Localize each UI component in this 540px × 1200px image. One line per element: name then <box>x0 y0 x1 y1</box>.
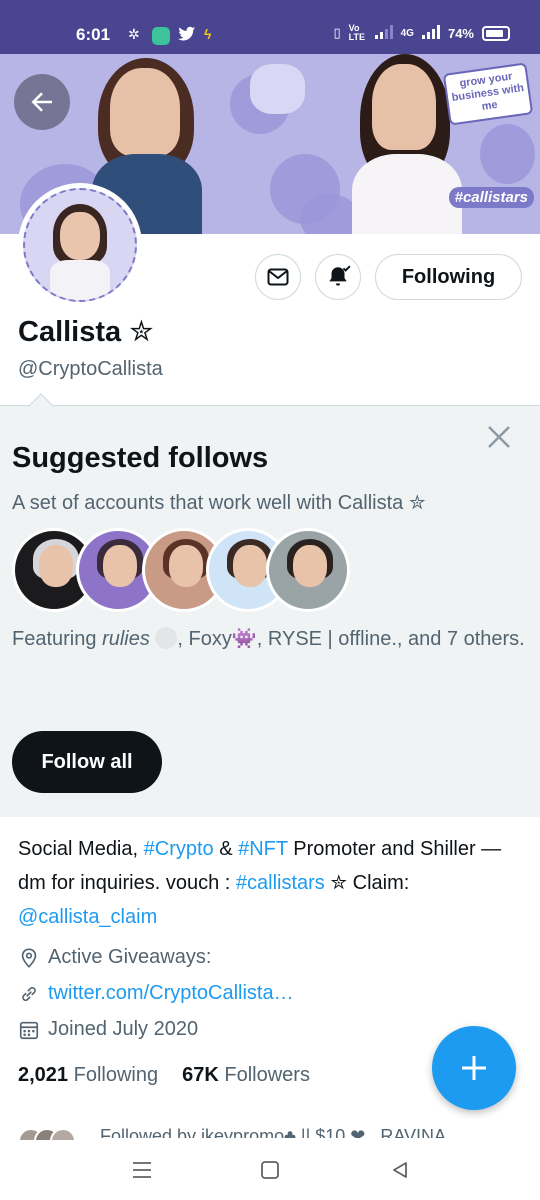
followers-label: Followers <box>224 1064 310 1086</box>
suggested-follows-card: Suggested follows A set of accounts that… <box>0 393 540 817</box>
back-button[interactable] <box>14 74 70 130</box>
banner-hashtag: #callistars <box>448 187 534 208</box>
follow-all-button[interactable]: Follow all <box>12 731 162 793</box>
featuring-prefix: Featuring <box>12 628 103 650</box>
joined-row: Joined July 2020 <box>18 1018 198 1041</box>
followers-count: 67K <box>182 1064 219 1086</box>
suggested-avatar[interactable] <box>266 528 350 612</box>
network-type: 4G <box>400 27 414 39</box>
mention-link[interactable]: @callista_claim <box>18 906 157 928</box>
featuring-rest: , RYSE | offline., and 7 others. <box>256 628 525 650</box>
followers-stat[interactable]: 67K Followers <box>182 1064 310 1087</box>
vibrate-icon: ▯ <box>333 25 341 40</box>
hashtag-link[interactable]: #callistars <box>236 872 325 894</box>
plus-icon <box>462 1056 486 1080</box>
calendar-icon <box>19 1021 39 1039</box>
envelope-icon <box>267 268 289 286</box>
bell-check-icon <box>329 265 351 286</box>
following-button[interactable]: Following <box>375 254 522 300</box>
follow-stats: 2,021 Following 67K Followers <box>18 1064 310 1087</box>
suggested-title: Suggested follows <box>12 442 269 474</box>
location-pin-icon <box>21 947 37 968</box>
website-link[interactable]: twitter.com/CryptoCallista… <box>48 982 294 1005</box>
app-update-icon <box>152 27 170 45</box>
recent-apps-button[interactable] <box>128 1156 156 1184</box>
banner-cloud <box>300 194 360 234</box>
status-right-group: ▯ Vo LTE 4G 74% <box>333 24 510 42</box>
signal-icon-2 <box>421 24 440 42</box>
followed-by-label: Followed by ikeypromo♣ || $10 ❤ , RAVINA <box>100 1126 447 1138</box>
following-label: Following <box>73 1064 159 1086</box>
banner-cloud <box>480 124 535 184</box>
banner-portrait-body <box>352 154 462 234</box>
avatar-face <box>60 212 100 260</box>
notifications-button[interactable] <box>315 254 361 300</box>
card-caret <box>28 393 54 419</box>
battery-icon <box>482 25 510 41</box>
avatar-image <box>23 188 137 302</box>
triangle-back-icon <box>393 1162 407 1178</box>
bio-text: ✮ Claim: <box>324 872 410 894</box>
banner-portrait-face <box>372 64 436 150</box>
featuring-text: Featuring rulies , Foxy👾, RYSE | offline… <box>12 624 528 654</box>
signal-icon <box>374 24 393 42</box>
close-icon <box>488 426 510 448</box>
suggested-avatars[interactable] <box>12 528 352 612</box>
featured-account-name[interactable]: rulies <box>102 628 150 650</box>
twitter-bird-icon <box>178 26 196 44</box>
featured-account-name[interactable]: , Foxy <box>177 628 231 650</box>
bio-text: & <box>213 838 239 860</box>
display-name: Callista ✮ <box>18 316 154 348</box>
link-icon <box>22 986 36 1001</box>
hashtag-link[interactable]: #NFT <box>238 838 288 860</box>
avatar-body <box>50 260 110 300</box>
hashtag-link[interactable]: #Crypto <box>144 838 214 860</box>
square-icon <box>261 1161 279 1179</box>
status-bar: 6:01 ✲ ϟ ▯ Vo LTE 4G 74% <box>0 0 540 54</box>
battery-percent: 74% <box>447 25 474 41</box>
avatar-face <box>233 545 267 587</box>
menu-lines-icon <box>133 1162 151 1178</box>
suggested-subtitle: A set of accounts that work well with Ca… <box>12 492 426 514</box>
banner-portrait-face <box>110 68 180 156</box>
bio-text: Social Media, <box>18 838 144 860</box>
banner-note: grow your business with me <box>442 62 534 126</box>
circle-emoji-icon <box>155 627 178 649</box>
profile-bio: Social Media, #Crypto & #NFT Promoter an… <box>18 832 518 934</box>
avatar-face <box>39 545 73 587</box>
space-invader-icon: 👾 <box>231 628 257 650</box>
compose-tweet-button[interactable] <box>432 1026 516 1110</box>
arrow-left-icon <box>31 92 52 112</box>
message-button[interactable] <box>255 254 301 300</box>
location-row: Active Giveaways: <box>18 946 211 969</box>
avatar-face <box>103 545 137 587</box>
avatar-face <box>293 545 327 587</box>
home-button[interactable] <box>256 1156 284 1184</box>
bolt-app-icon: ϟ <box>204 26 212 42</box>
pinwheel-icon: ✲ <box>128 26 140 42</box>
status-time: 6:01 <box>76 25 111 44</box>
followed-by-text[interactable]: Followed by ikeypromo♣ || $10 ❤ , RAVINA <box>18 1126 518 1138</box>
android-nav-bar <box>0 1140 540 1200</box>
back-nav-button[interactable] <box>386 1156 414 1184</box>
dismiss-button[interactable] <box>484 422 514 452</box>
volte-label: Vo LTE <box>348 23 365 42</box>
banner-bear-shape <box>250 64 305 114</box>
website-row: twitter.com/CryptoCallista… <box>18 982 294 1005</box>
location-text: Active Giveaways: <box>48 946 212 968</box>
following-count: 2,021 <box>18 1064 69 1086</box>
user-handle: @CryptoCallista <box>18 358 163 380</box>
avatar-face <box>169 545 203 587</box>
joined-text: Joined July 2020 <box>48 1018 199 1040</box>
following-stat[interactable]: 2,021 Following <box>18 1064 158 1087</box>
profile-avatar[interactable] <box>18 183 142 307</box>
